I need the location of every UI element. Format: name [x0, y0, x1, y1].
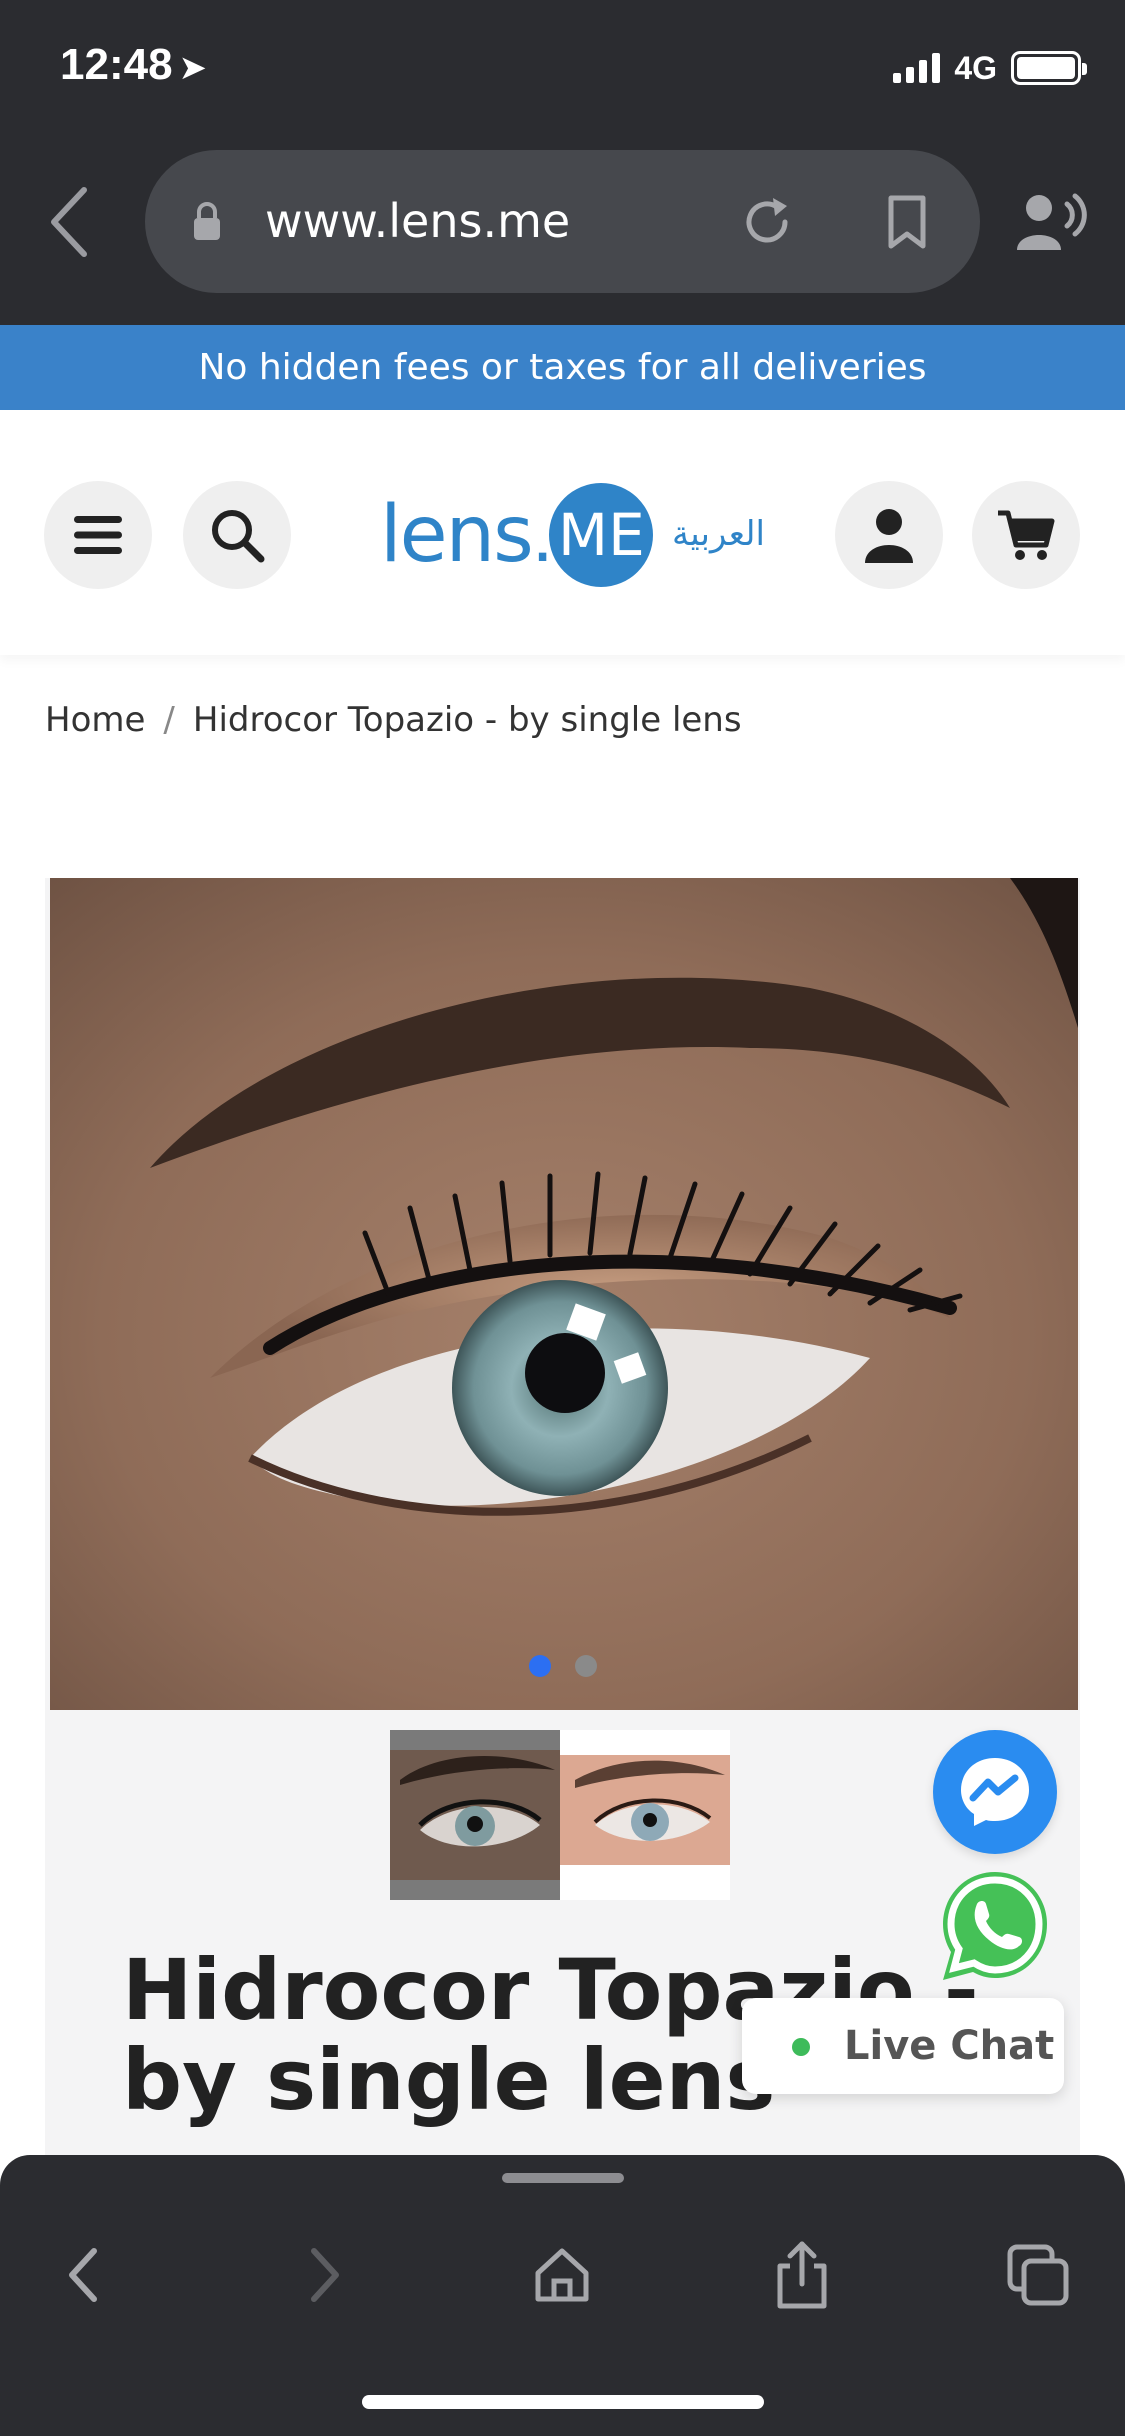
- language-switch-link[interactable]: العربية: [672, 514, 765, 554]
- site-header: lens . ME العربية: [0, 410, 1125, 655]
- user-icon: [865, 509, 913, 563]
- account-button[interactable]: [835, 481, 943, 589]
- forward-button[interactable]: [284, 2235, 364, 2315]
- browser-back-icon[interactable]: [44, 182, 96, 262]
- address-bar[interactable]: www.lens.me: [145, 150, 980, 293]
- signal-strength-icon: [893, 53, 941, 83]
- share-button[interactable]: [762, 2235, 842, 2315]
- forward-arrow-icon: [311, 2248, 339, 2302]
- search-button[interactable]: [183, 481, 291, 589]
- gallery-thumbnails: [390, 1730, 730, 1900]
- reload-icon[interactable]: [737, 192, 797, 252]
- logo-wordmark: lens: [380, 489, 534, 580]
- toolbar-grabber[interactable]: [502, 2173, 624, 2183]
- share-icon: [777, 2241, 827, 2309]
- gallery-dot-2[interactable]: [574, 1655, 597, 1677]
- online-status-dot: [792, 2038, 810, 2056]
- home-button[interactable]: [522, 2235, 602, 2315]
- gallery-dot-1[interactable]: [528, 1655, 551, 1677]
- tabs-icon: [1007, 2244, 1069, 2306]
- gallery-pagination: [0, 1655, 1125, 1677]
- browser-top-chrome: 12:48 ➤ 4G www.lens.me: [0, 0, 1125, 325]
- back-button[interactable]: [44, 2235, 124, 2315]
- thumbnail-2-image: [560, 1730, 730, 1900]
- live-chat-label: Live Chat: [844, 2023, 1055, 2069]
- thumbnail-1-image: [390, 1750, 560, 1880]
- tabs-button[interactable]: [998, 2235, 1078, 2315]
- logo-badge: ME: [549, 482, 654, 587]
- bookmark-icon[interactable]: [877, 192, 937, 252]
- location-arrow-icon: ➤: [178, 49, 208, 87]
- cart-icon: [998, 510, 1055, 560]
- lock-icon: [194, 202, 220, 240]
- breadcrumb: Home / Hidrocor Topazio - by single lens: [45, 700, 742, 740]
- browser-bottom-toolbar: [0, 2155, 1125, 2436]
- url-text: www.lens.me: [265, 194, 571, 248]
- breadcrumb-home-link[interactable]: Home: [45, 700, 145, 740]
- search-icon: [212, 510, 265, 563]
- messenger-chat-button[interactable]: [933, 1730, 1057, 1854]
- reader-voice-icon[interactable]: [1015, 190, 1087, 254]
- messenger-icon: [961, 1758, 1029, 1826]
- live-chat-button[interactable]: Live Chat: [742, 1998, 1064, 2094]
- network-type: 4G: [954, 49, 997, 86]
- breadcrumb-separator: /: [163, 700, 175, 740]
- battery-icon: [1011, 51, 1087, 85]
- thumbnail-1[interactable]: [390, 1730, 560, 1900]
- product-main-image[interactable]: [50, 878, 1078, 1710]
- hamburger-menu-icon: [74, 516, 122, 554]
- home-icon: [535, 2248, 589, 2302]
- cart-button[interactable]: [972, 481, 1080, 589]
- back-arrow-icon: [69, 2248, 97, 2302]
- menu-button[interactable]: [44, 481, 152, 589]
- breadcrumb-current: Hidrocor Topazio - by single lens: [192, 700, 742, 740]
- promo-banner: No hidden fees or taxes for all deliveri…: [0, 325, 1125, 410]
- status-indicators: 4G: [893, 48, 1087, 88]
- thumbnail-2[interactable]: [560, 1730, 730, 1900]
- whatsapp-chat-button[interactable]: [935, 1866, 1055, 1986]
- status-time: 12:48 ➤: [60, 40, 208, 89]
- site-logo[interactable]: lens . ME: [380, 482, 654, 587]
- home-indicator[interactable]: [362, 2395, 764, 2409]
